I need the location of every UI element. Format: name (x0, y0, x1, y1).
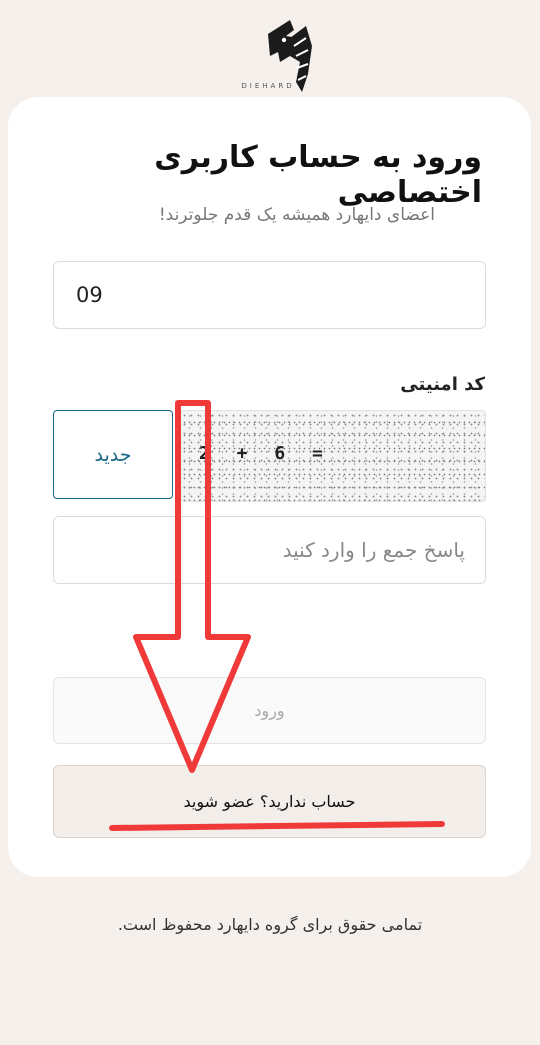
page-title: ورود به حساب کاربری اختصاصی (154, 140, 482, 210)
login-button[interactable]: ورود (53, 677, 486, 744)
phone-input[interactable]: 09 (53, 261, 486, 329)
captcha-answer-input[interactable]: پاسخ جمع را وارد کنید (53, 516, 486, 584)
captcha-expression: 2 + 6 = (199, 443, 324, 464)
login-page: DIEHARD ورود به حساب کاربری اختصاصی اعضا… (0, 0, 540, 1045)
logo-wordmark: DIEHARD (241, 82, 295, 90)
footer-copyright: تمامی حقوق برای گروه دایهارد محفوظ است. (117, 915, 423, 934)
captcha-refresh-button[interactable]: جدید (53, 410, 173, 499)
captcha-image: 2 + 6 = (180, 410, 486, 502)
page-subtitle: اعضای دایهارد همیشه یک قدم جلوترند! (158, 205, 435, 225)
captcha-label: کد امنیتی (400, 374, 485, 395)
register-button[interactable]: حساب ندارید؟ عضو شوید (53, 765, 486, 838)
